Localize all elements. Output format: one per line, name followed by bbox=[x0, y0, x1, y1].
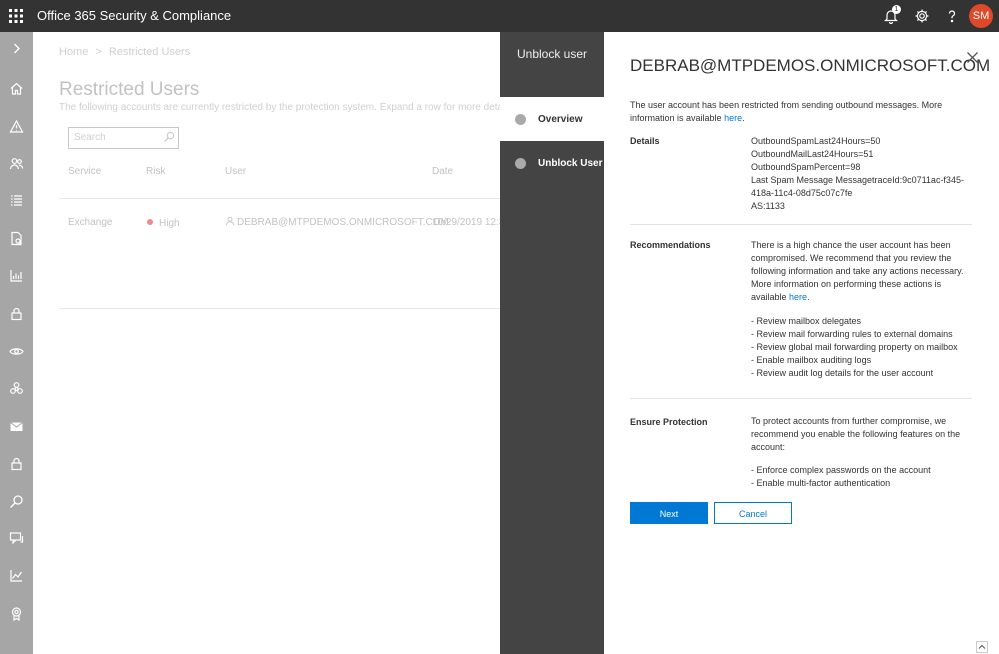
breadcrumb-home[interactable]: Home bbox=[59, 46, 88, 58]
top-bar: Office 365 Security & Compliance 1 SM bbox=[0, 0, 999, 32]
cell-user: DEBRAB@MTPDEMOS.ONMICROSOFT.COM bbox=[225, 216, 449, 228]
recommendation-item: - Review mailbox delegates bbox=[751, 316, 862, 326]
recommendations-period: . bbox=[807, 292, 810, 302]
intro-link[interactable]: here bbox=[724, 113, 742, 123]
app-title[interactable]: Office 365 Security & Compliance bbox=[37, 0, 231, 32]
column-header-risk[interactable]: Risk bbox=[146, 166, 165, 177]
mail-icon[interactable] bbox=[9, 419, 24, 434]
recommendation-item: - Review mail forwarding rules to extern… bbox=[751, 329, 953, 339]
step-label: Unblock User bbox=[538, 158, 603, 169]
cell-date: 10/29/2019 12:35 bbox=[432, 217, 510, 228]
biohazard-icon[interactable] bbox=[9, 381, 24, 396]
detail-line: OutboundMailLast24Hours=51 bbox=[751, 149, 874, 159]
panel-title: DEBRAB@MTPDEMOS.ONMICROSOFT.COM bbox=[630, 56, 991, 75]
avatar[interactable]: SM bbox=[969, 4, 993, 28]
eye-icon[interactable] bbox=[9, 344, 24, 359]
protection-text: To protect accounts from further comprom… bbox=[751, 416, 961, 452]
lock-icon[interactable] bbox=[9, 456, 24, 471]
chart-icon[interactable] bbox=[9, 268, 24, 283]
notification-badge: 1 bbox=[892, 5, 901, 14]
cell-service: Exchange bbox=[68, 217, 113, 228]
app-launcher-icon[interactable] bbox=[8, 8, 24, 24]
protection-item: - Enforce complex passwords on the accou… bbox=[751, 465, 931, 475]
column-header-user[interactable]: User bbox=[225, 166, 246, 177]
column-header-date[interactable]: Date bbox=[432, 166, 453, 177]
protection-values: To protect accounts from further comprom… bbox=[751, 415, 976, 490]
help-icon[interactable] bbox=[944, 8, 960, 24]
row-divider bbox=[59, 308, 500, 309]
risk-high-indicator bbox=[147, 219, 153, 225]
search-icon[interactable] bbox=[9, 494, 24, 509]
details-label: Details bbox=[630, 136, 660, 146]
recommendation-item: - Review audit log details for the user … bbox=[751, 368, 934, 378]
close-icon[interactable] bbox=[966, 51, 979, 64]
chat-icon[interactable] bbox=[9, 531, 24, 546]
detail-panel: DEBRAB@MTPDEMOS.ONMICROSOFT.COM The user… bbox=[604, 32, 999, 654]
cell-risk: High bbox=[147, 218, 180, 229]
panel-intro: The user account has been restricted fro… bbox=[630, 99, 970, 125]
step-indicator bbox=[515, 114, 526, 125]
recommendations-label: Recommendations bbox=[630, 240, 711, 250]
main-content: Home > Restricted Users Restricted Users… bbox=[33, 32, 543, 654]
lock-icon[interactable] bbox=[9, 306, 24, 321]
wizard-steps: Unblock user Overview Unblock User bbox=[500, 32, 604, 654]
breadcrumb-current: Restricted Users bbox=[108, 46, 191, 58]
protection-item: - Enable multi-factor authentication bbox=[751, 478, 891, 488]
recommendations-link[interactable]: here bbox=[789, 292, 807, 302]
home-icon[interactable] bbox=[9, 81, 24, 96]
search-icon[interactable] bbox=[163, 131, 175, 143]
chevron-right-icon[interactable] bbox=[9, 41, 24, 56]
protection-label: Ensure Protection bbox=[630, 417, 708, 427]
badge-icon[interactable] bbox=[9, 606, 24, 621]
intro-period: . bbox=[742, 113, 745, 123]
people-icon[interactable] bbox=[9, 156, 24, 171]
column-header-service[interactable]: Service bbox=[68, 166, 101, 177]
report-icon[interactable] bbox=[9, 231, 24, 246]
detail-line: Last Spam Message MessagetraceId:9c0711a… bbox=[751, 175, 964, 198]
step-overview[interactable]: Overview bbox=[500, 97, 604, 141]
cancel-button[interactable]: Cancel bbox=[714, 502, 792, 524]
list-icon[interactable] bbox=[9, 193, 24, 208]
left-nav bbox=[0, 32, 33, 654]
detail-line: OutboundSpamLast24Hours=50 bbox=[751, 136, 881, 146]
next-button[interactable]: Next bbox=[630, 502, 708, 524]
recommendation-item: - Review global mail forwarding property… bbox=[751, 342, 958, 352]
line-chart-icon[interactable] bbox=[9, 568, 24, 583]
recommendations-values: There is a high chance the user account … bbox=[751, 239, 976, 380]
gear-icon[interactable] bbox=[914, 8, 930, 24]
user-email: DEBRAB@MTPDEMOS.ONMICROSOFT.COM bbox=[237, 217, 449, 228]
page-title: Restricted Users bbox=[59, 79, 200, 100]
scroll-up-icon[interactable] bbox=[976, 641, 988, 653]
step-indicator bbox=[515, 158, 526, 169]
section-divider bbox=[630, 398, 972, 399]
breadcrumb: Home > Restricted Users bbox=[59, 46, 190, 58]
search-input[interactable]: Search bbox=[74, 132, 106, 143]
page-description: The following accounts are currently res… bbox=[59, 102, 544, 113]
intro-text: The user account has been restricted fro… bbox=[630, 100, 943, 123]
step-unblock-user[interactable]: Unblock User bbox=[500, 141, 604, 185]
wizard-title: Unblock user bbox=[516, 47, 588, 61]
details-values: OutboundSpamLast24Hours=50 OutboundMailL… bbox=[751, 135, 976, 213]
recommendation-item: - Enable mailbox auditing logs bbox=[751, 355, 872, 365]
header-divider bbox=[59, 198, 500, 199]
section-divider bbox=[630, 224, 972, 225]
alert-icon[interactable] bbox=[9, 119, 24, 134]
search-box[interactable]: Search bbox=[68, 127, 179, 149]
recommendations-text: There is a high chance the user account … bbox=[751, 239, 976, 304]
detail-line: AS:1133 bbox=[751, 201, 785, 211]
recommendations-body: There is a high chance the user account … bbox=[751, 240, 964, 302]
detail-line: OutboundSpamPercent=98 bbox=[751, 162, 861, 172]
user-icon bbox=[225, 216, 235, 226]
breadcrumb-separator: > bbox=[95, 46, 102, 58]
step-label: Overview bbox=[538, 114, 583, 125]
risk-label: High bbox=[159, 218, 180, 229]
